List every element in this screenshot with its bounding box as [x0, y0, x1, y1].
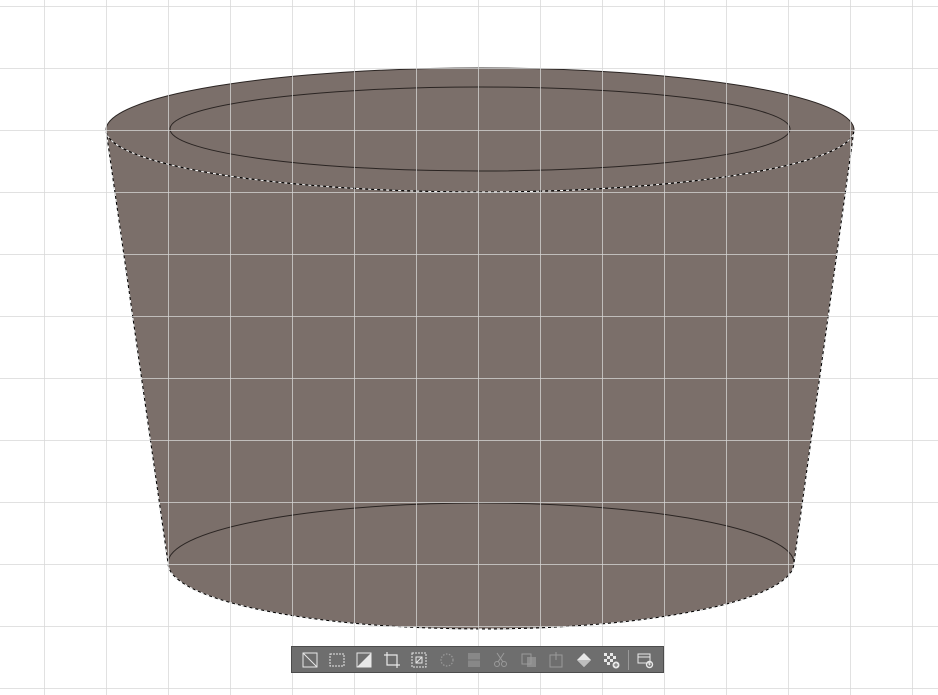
toolbar-settings-icon [637, 653, 654, 668]
copy-icon [521, 653, 536, 667]
crop-button[interactable] [378, 647, 405, 672]
selection-toolbar [291, 646, 664, 673]
toolbar-settings-button[interactable] [632, 647, 659, 672]
selection-area-icon [468, 652, 481, 667]
quick-mask-button[interactable] [597, 647, 624, 672]
deselect-button[interactable] [296, 647, 323, 672]
selection-area-button[interactable] [460, 647, 487, 672]
deselect-icon [302, 652, 318, 667]
cone-body[interactable] [106, 68, 854, 629]
invert-selection-icon [356, 652, 372, 667]
transform-selection-button[interactable] [406, 647, 433, 672]
crop-icon [383, 651, 400, 668]
transform-selection-icon [411, 652, 427, 667]
fill-icon [576, 652, 591, 667]
quick-mask-icon [603, 652, 620, 668]
fill-button[interactable] [570, 647, 597, 672]
feather-selection-button[interactable] [433, 647, 460, 672]
paste-icon [549, 651, 563, 667]
drawing-canvas[interactable] [0, 0, 938, 695]
feather-selection-icon [440, 652, 454, 667]
select-all-button[interactable] [323, 647, 350, 672]
canvas-artwork[interactable] [0, 0, 938, 695]
select-all-icon [329, 653, 345, 666]
invert-selection-button[interactable] [351, 647, 378, 672]
toolbar-separator [627, 649, 629, 670]
paste-button[interactable] [543, 647, 570, 672]
cut-icon [494, 652, 508, 667]
cut-button[interactable] [488, 647, 515, 672]
copy-button[interactable] [515, 647, 542, 672]
